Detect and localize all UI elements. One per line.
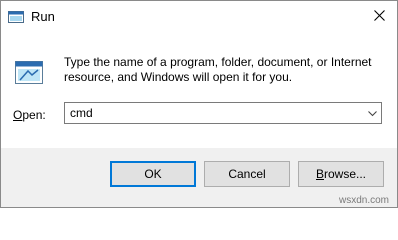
chevron-down-icon — [367, 106, 377, 120]
open-combobox[interactable]: cmd — [64, 102, 382, 124]
run-icon — [14, 58, 44, 88]
open-label-accelerator: O — [13, 108, 23, 122]
cancel-button[interactable]: Cancel — [204, 161, 290, 187]
close-button[interactable] — [361, 1, 397, 33]
description-line-1: Type the name of a program, folder, docu… — [64, 55, 372, 69]
run-app-icon — [8, 10, 24, 24]
browse-button[interactable]: Browse... — [298, 161, 384, 187]
open-label-text: pen: — [22, 108, 46, 122]
dialog-description: Type the name of a program, folder, docu… — [64, 55, 389, 85]
open-label: Open: — [13, 108, 46, 122]
browse-label: rowse... — [324, 167, 367, 181]
ok-button[interactable]: OK — [110, 161, 196, 187]
window-title: Run — [31, 9, 55, 24]
close-icon — [373, 10, 385, 24]
run-dialog: Run Type the name of a program, folder, … — [0, 0, 398, 208]
open-input-value[interactable]: cmd — [70, 106, 93, 120]
title-bar[interactable]: Run — [1, 1, 397, 33]
button-bar: OK Cancel Browse... wsxdn.com — [1, 148, 397, 207]
dialog-content: Type the name of a program, folder, docu… — [1, 33, 397, 153]
watermark: wsxdn.com — [338, 195, 389, 206]
combo-dropdown-button[interactable] — [363, 103, 381, 123]
description-line-2: resource, and Windows will open it for y… — [64, 70, 293, 84]
browse-accelerator: B — [315, 167, 324, 181]
